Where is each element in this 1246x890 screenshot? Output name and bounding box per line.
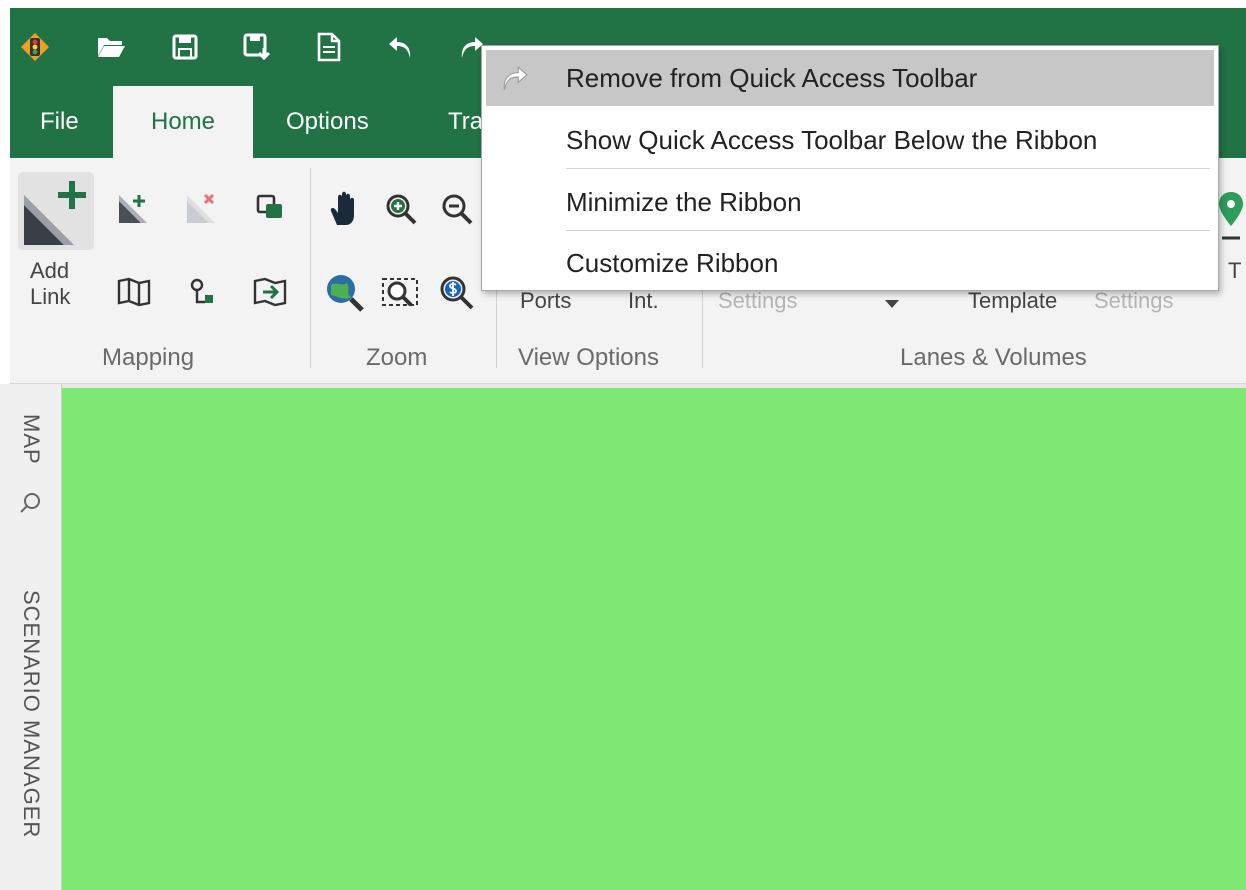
- new-document-icon[interactable]: [312, 30, 346, 64]
- tab-file[interactable]: File: [26, 86, 93, 158]
- menu-item-label: Show Quick Access Toolbar Below the Ribb…: [566, 124, 1098, 155]
- quick-access-toolbar: [10, 8, 490, 86]
- menu-divider: [566, 168, 1210, 169]
- app-logo-icon[interactable]: [18, 30, 52, 64]
- group-label-lanes-volumes: Lanes & Volumes: [900, 344, 1087, 371]
- zoom-out-icon[interactable]: [436, 188, 478, 230]
- save-as-icon[interactable]: [240, 30, 274, 64]
- node-key-icon[interactable]: [182, 272, 222, 312]
- pan-hand-icon[interactable]: [324, 188, 366, 230]
- map-panel-tab[interactable]: MAP: [18, 414, 44, 465]
- save-icon[interactable]: [168, 30, 202, 64]
- add-link-label-line2: Link: [30, 284, 71, 309]
- undo-icon[interactable]: [384, 30, 418, 64]
- map-icon[interactable]: [114, 272, 154, 312]
- map-canvas[interactable]: [62, 384, 1246, 890]
- menu-item-label: Customize Ribbon: [566, 247, 779, 278]
- left-side-panel: MAP SCENARIO MANAGER: [0, 384, 62, 890]
- map-import-icon[interactable]: [250, 272, 290, 312]
- group-label-mapping: Mapping: [102, 344, 195, 371]
- group-label-zoom: Zoom: [366, 344, 428, 371]
- zoom-in-icon[interactable]: [380, 188, 422, 230]
- lane-settings-button[interactable]: Settings: [718, 288, 798, 314]
- menu-divider: [566, 230, 1210, 231]
- group-separator: [310, 168, 311, 368]
- ports-button[interactable]: Ports: [520, 288, 571, 314]
- search-icon[interactable]: [16, 488, 46, 518]
- zoom-window-icon[interactable]: [378, 270, 424, 316]
- tab-home[interactable]: Home: [113, 86, 253, 158]
- group-label-view-options: View Options: [518, 344, 659, 371]
- scenario-manager-tab[interactable]: SCENARIO MANAGER: [18, 590, 44, 838]
- redo-icon: [496, 60, 532, 96]
- zoom-extents-globe-icon[interactable]: [322, 270, 368, 316]
- add-link-icon[interactable]: [18, 172, 94, 250]
- menu-item-minimize-ribbon[interactable]: Minimize the Ribbon: [486, 174, 1214, 230]
- qat-context-menu: Remove from Quick Access Toolbar Show Qu…: [481, 45, 1219, 291]
- add-link-label-line1: Add: [30, 258, 70, 283]
- tab-options[interactable]: Options: [272, 86, 383, 158]
- volume-settings-button[interactable]: Settings: [1094, 288, 1174, 314]
- zoom-scale-icon[interactable]: [434, 270, 480, 316]
- chevron-down-icon[interactable]: [880, 294, 904, 314]
- menu-item-customize-ribbon[interactable]: Customize Ribbon: [486, 235, 1214, 291]
- copy-icon[interactable]: [250, 188, 290, 228]
- menu-item-remove-from-qat[interactable]: Remove from Quick Access Toolbar: [486, 50, 1214, 106]
- menu-item-label: Minimize the Ribbon: [566, 186, 802, 217]
- template-button[interactable]: Template: [968, 288, 1057, 314]
- partial-tool-label: T: [1228, 258, 1242, 283]
- delete-link-icon[interactable]: [182, 188, 222, 228]
- menu-item-show-qat-below[interactable]: Show Quick Access Toolbar Below the Ribb…: [486, 112, 1214, 168]
- intersections-button[interactable]: Int.: [628, 288, 659, 314]
- menu-item-label: Remove from Quick Access Toolbar: [566, 62, 978, 93]
- open-folder-icon[interactable]: [94, 30, 128, 64]
- move-link-icon[interactable]: [114, 188, 154, 228]
